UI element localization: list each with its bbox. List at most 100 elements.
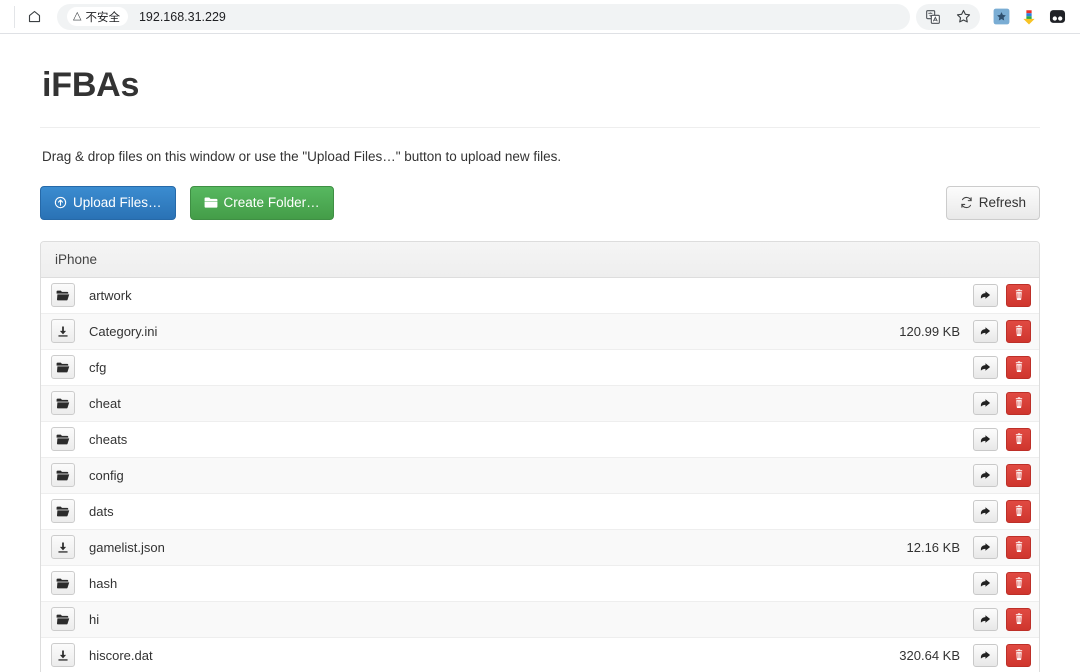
download-icon[interactable] (51, 319, 75, 343)
file-name: hiscore.dat (89, 647, 153, 663)
create-folder-button[interactable]: Create Folder… (189, 186, 334, 220)
warning-triangle-icon: △ (73, 10, 82, 22)
row-actions (973, 535, 1031, 559)
table-row[interactable]: hi (41, 601, 1039, 638)
file-name: hash (89, 575, 118, 591)
panel-header: iPhone (41, 241, 1039, 278)
row-actions (973, 355, 1031, 379)
arrow-right-icon[interactable] (973, 391, 998, 415)
download-icon[interactable] (51, 643, 75, 667)
arrow-right-icon[interactable] (973, 283, 998, 307)
table-row[interactable]: cheats (41, 421, 1039, 458)
browser-actions (916, 3, 1072, 30)
omnibox-actions (916, 3, 980, 30)
file-name: gamelist.json (89, 539, 165, 555)
file-name: dats (89, 503, 114, 519)
row-actions (973, 463, 1031, 487)
row-actions (973, 283, 1031, 307)
star-icon[interactable] (950, 4, 976, 30)
trash-icon[interactable] (1006, 607, 1031, 631)
table-row[interactable]: dats (41, 493, 1039, 530)
refresh-icon (960, 196, 973, 209)
row-actions (973, 319, 1031, 343)
profile-extension-icon[interactable] (1044, 4, 1070, 30)
browser-toolbar: △ 不安全 192.168.31.229 (0, 0, 1080, 34)
arrow-right-icon[interactable] (973, 355, 998, 379)
download-icon[interactable] (51, 535, 75, 559)
download-manager-extension-icon[interactable] (1016, 4, 1042, 30)
file-name: hi (89, 611, 100, 627)
table-row[interactable]: Category.ini 120.99 KB (41, 313, 1039, 350)
arrow-right-icon[interactable] (973, 607, 998, 631)
table-row[interactable]: hash (41, 565, 1039, 602)
trash-icon[interactable] (1006, 499, 1031, 523)
row-actions (973, 427, 1031, 451)
security-status-label: 不安全 (85, 11, 120, 24)
arrow-right-icon[interactable] (973, 499, 998, 523)
folder-icon (204, 196, 218, 209)
bookmark-manager-extension-icon[interactable] (988, 4, 1014, 30)
folder-open-icon[interactable] (51, 283, 75, 307)
page-content: iFBAs Drag & drop files on this window o… (0, 34, 1080, 672)
security-status-chip[interactable]: △ 不安全 (67, 7, 128, 26)
file-browser-panel: iPhone artwork Category.ini 120.99 KB cfg ch… (40, 240, 1040, 672)
url-text: 192.168.31.229 (138, 9, 226, 24)
file-name: config (89, 467, 124, 483)
trash-icon[interactable] (1006, 283, 1031, 307)
upload-files-label: Upload Files… (73, 195, 162, 210)
home-icon[interactable] (21, 4, 47, 30)
folder-open-icon[interactable] (51, 355, 75, 379)
page-title: iFBAs (42, 66, 140, 104)
arrow-right-icon[interactable] (973, 571, 998, 595)
address-bar[interactable]: △ 不安全 192.168.31.229 (57, 3, 910, 30)
folder-open-icon[interactable] (51, 499, 75, 523)
file-name: Category.ini (89, 323, 158, 339)
browser-nav-controls (8, 4, 47, 30)
upload-files-button[interactable]: Upload Files… (40, 186, 176, 220)
upload-circle-icon (54, 196, 67, 209)
arrow-right-icon[interactable] (973, 319, 998, 343)
folder-open-icon[interactable] (51, 463, 75, 487)
file-name: cfg (89, 359, 107, 375)
title-divider (40, 127, 1040, 128)
folder-open-icon[interactable] (51, 571, 75, 595)
row-actions (973, 571, 1031, 595)
file-size: 12.16 KB (906, 539, 961, 555)
row-actions (973, 643, 1031, 667)
table-row[interactable]: config (41, 457, 1039, 494)
file-size: 120.99 KB (899, 323, 960, 339)
action-toolbar: Upload Files… Create Folder… Refresh (40, 186, 1040, 220)
folder-open-icon[interactable] (51, 391, 75, 415)
trash-icon[interactable] (1006, 319, 1031, 343)
trash-icon[interactable] (1006, 463, 1031, 487)
translate-icon[interactable] (920, 4, 946, 30)
row-actions (973, 391, 1031, 415)
trash-icon[interactable] (1006, 643, 1031, 667)
arrow-right-icon[interactable] (973, 463, 998, 487)
arrow-right-icon[interactable] (973, 643, 998, 667)
folder-open-icon[interactable] (51, 427, 75, 451)
row-actions (973, 499, 1031, 523)
trash-icon[interactable] (1006, 427, 1031, 451)
trash-icon[interactable] (1006, 355, 1031, 379)
table-row[interactable]: cheat (41, 385, 1039, 422)
trash-icon[interactable] (1006, 535, 1031, 559)
row-actions (973, 607, 1031, 631)
arrow-right-icon[interactable] (973, 427, 998, 451)
arrow-right-icon[interactable] (973, 535, 998, 559)
table-row[interactable]: cfg (41, 349, 1039, 386)
create-folder-label: Create Folder… (223, 195, 320, 210)
file-name: cheats (89, 431, 128, 447)
trash-icon[interactable] (1006, 391, 1031, 415)
file-name: cheat (89, 395, 121, 411)
trash-icon[interactable] (1006, 571, 1031, 595)
file-size: 320.64 KB (899, 647, 960, 663)
tab-strip-edge (8, 5, 15, 28)
table-row[interactable]: gamelist.json 12.16 KB (41, 529, 1039, 566)
file-list: artwork Category.ini 120.99 KB cfg cheat chea… (41, 277, 1039, 672)
table-row[interactable]: hiscore.dat 320.64 KB (41, 637, 1039, 672)
table-row[interactable]: artwork (41, 277, 1039, 314)
folder-open-icon[interactable] (51, 607, 75, 631)
refresh-button[interactable]: Refresh (945, 186, 1040, 220)
file-name: artwork (89, 287, 132, 303)
